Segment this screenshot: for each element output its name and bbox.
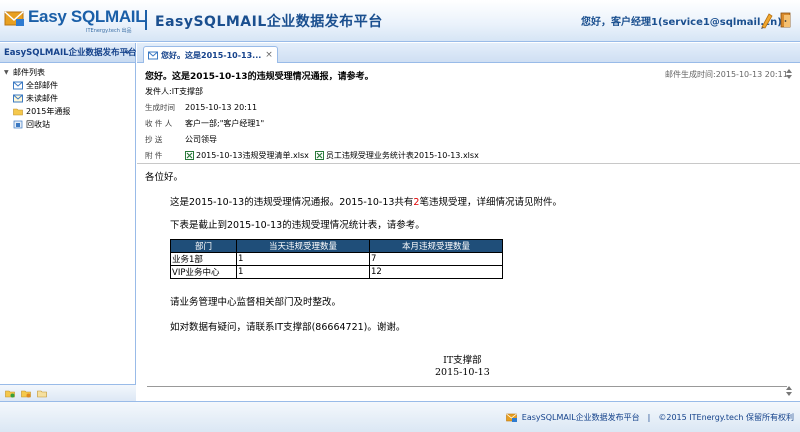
column-header: 部门 [170,239,237,253]
recycle-bin-icon [13,120,23,129]
app-header: Easy SQLMAIL ITEnergy.tech 出品 EasySQLMAI… [0,0,800,42]
change-password-icon[interactable] [757,10,775,30]
attachment-name: 2015-10-13违规受理清单.xlsx [196,151,309,160]
mail-view: 您好。这是2015-10-13的违规受理情况通报，请参考。 邮件生成时间:201… [137,64,800,401]
signature-department: IT支撑部 [443,355,482,366]
table-cell: VIP业务中心 [170,265,237,279]
recipient-label: 收 件 人 [145,119,173,128]
tree-root-label: 邮件列表 [13,68,45,77]
attachment-link[interactable]: 2015-10-13违规受理清单.xlsx [185,150,309,161]
edit-folder-icon[interactable] [21,389,31,398]
tree-item-label: 全部邮件 [26,81,58,90]
mail-folder-tree: ▼ 邮件列表 全部邮件 未读邮件 2015年通报 回收站 [0,63,135,131]
cc-label: 抄 送 [145,135,163,144]
sender-label: 发件人: [145,87,172,96]
body-paragraph-3: 请业务管理中心监督相关部门及时整改。 [170,297,342,308]
attachment-link[interactable]: 员工违规受理业务统计表2015-10-13.xlsx [314,150,479,161]
sender-row: 发件人: IT支撑部 [145,86,203,97]
time-row: 生成时间 2015-10-13 20:11 [145,102,257,113]
logo-text: Easy SQLMAIL [28,7,146,26]
mail-tab-icon [148,51,158,59]
tab-bar: 您好。这是2015-10-13... × [137,43,800,63]
mail-generated-time: 邮件生成时间:2015-10-13 20:11 [665,70,788,79]
tree-item-label: 未读邮件 [26,94,58,103]
recipient-row: 收 件 人 客户一部;"客户经理1" [145,118,264,129]
tab-close-icon[interactable]: × [265,50,273,60]
left-navigation-panel: EasySQLMAIL企业数据发布平台 « ▼ 邮件列表 全部邮件 未读邮件 2… [0,43,137,401]
mail-all-icon [13,81,23,90]
add-folder-icon[interactable] [5,389,15,398]
tab-label: 您好。这是2015-10-13... [161,50,262,60]
tree-item-unread-mail[interactable]: 未读邮件 [0,92,135,105]
delete-folder-icon[interactable] [37,389,47,398]
body-scroll-icon[interactable] [785,385,793,397]
envelope-logo-icon [505,413,517,422]
table-row: 业务1部 1 7 [170,252,503,266]
footer-content: EasySQLMAIL企业数据发布平台 | ©2015 ITEnergy.tec… [505,412,794,423]
app-logo: Easy SQLMAIL ITEnergy.tech 出品 [4,4,146,36]
recipient-value: 客户一部;"客户经理1" [185,119,265,128]
left-panel-title-text: EasySQLMAIL企业数据发布平台 [4,48,137,58]
header-divider [145,10,147,30]
table-cell: 1 [236,252,370,266]
attachment-name: 员工违规受理业务统计表2015-10-13.xlsx [325,151,479,160]
tree-item-label: 回收站 [26,120,50,129]
folder-icon [13,108,23,116]
logo-subtext: ITEnergy.tech 出品 [86,28,132,34]
left-panel-toolbar [0,384,136,401]
body-greeting: 各位好。 [145,172,184,183]
tree-root-mail-list[interactable]: ▼ 邮件列表 [0,66,135,79]
app-footer: EasySQLMAIL企业数据发布平台 | ©2015 ITEnergy.tec… [0,401,800,432]
tree-item-label: 2015年通报 [26,107,71,116]
excel-file-icon [185,151,194,160]
footer-product-name: EasySQLMAIL企业数据发布平台 [521,413,640,422]
table-cell: 业务1部 [170,252,237,266]
time-value: 2015-10-13 20:11 [185,103,258,112]
mail-subject: 您好。这是2015-10-13的违规受理情况通报，请参考。 [145,72,374,82]
collapse-panel-button[interactable]: « [125,43,131,63]
body-divider [147,386,787,387]
body-paragraph-4: 如对数据有疑问，请联系IT支撑部(86664721)。谢谢。 [170,322,406,333]
table-cell: 12 [369,265,503,279]
logout-icon[interactable] [778,10,796,30]
column-header: 当天违规受理数量 [236,239,370,253]
user-greeting[interactable]: 您好，客户经理1(service1@sqlmail.cn) [581,13,782,28]
sender-value: IT支撑部 [171,87,203,96]
envelope-logo-icon [4,11,24,26]
signature-date: 2015-10-13 [435,367,490,378]
violation-stats-table: 部门 当天违规受理数量 本月违规受理数量 业务1部 1 7 VIP业务中心 1 … [170,239,503,279]
header-scroll-up-icon[interactable] [785,68,793,80]
left-panel-title: EasySQLMAIL企业数据发布平台 « [0,43,137,63]
p1-text-post: 笔违规受理，详细情况请见附件。 [419,197,562,208]
mail-header: 您好。这是2015-10-13的违规受理情况通报，请参考。 邮件生成时间:201… [137,64,800,164]
mail-body: 各位好。 这是2015-10-13的违规受理情况通报。2015-10-13共有2… [137,165,800,401]
attachment-row: 附 件 2015-10-13违规受理清单.xlsx 员工违规受理业务统计表201… [145,150,485,161]
footer-separator: | [647,413,651,422]
tree-expand-icon[interactable]: ▼ [4,66,11,79]
footer-copyright: ©2015 ITEnergy.tech 保留所有权利 [658,413,794,422]
mail-unread-icon [13,94,23,103]
time-label: 生成时间 [145,103,175,112]
body-paragraph-1: 这是2015-10-13的违规受理情况通报。2015-10-13共有2笔违规受理… [170,194,562,208]
table-row: VIP业务中心 1 12 [170,265,503,279]
excel-file-icon [314,151,324,160]
attachment-label: 附 件 [145,151,163,160]
mail-signature: IT支撑部 2015-10-13 [435,355,490,379]
table-cell: 7 [369,252,503,266]
cc-value: 公司领导 [185,135,217,144]
app-title: EasySQLMAIL企业数据发布平台 [155,14,383,30]
p1-text-pre: 这是2015-10-13的违规受理情况通报。2015-10-13共有 [170,197,414,208]
tab-mail-view[interactable]: 您好。这是2015-10-13... × [143,46,278,63]
cc-row: 抄 送 公司领导 [145,134,217,145]
table-cell: 1 [236,265,370,279]
table-header-row: 部门 当天违规受理数量 本月违规受理数量 [170,239,503,253]
tree-item-2015-reports[interactable]: 2015年通报 [0,105,135,118]
body-paragraph-2: 下表是截止到2015-10-13的违规受理情况统计表，请参考。 [170,220,425,231]
column-header: 本月违规受理数量 [369,239,503,253]
tree-item-all-mail[interactable]: 全部邮件 [0,79,135,92]
tree-item-recycle-bin[interactable]: 回收站 [0,118,135,131]
